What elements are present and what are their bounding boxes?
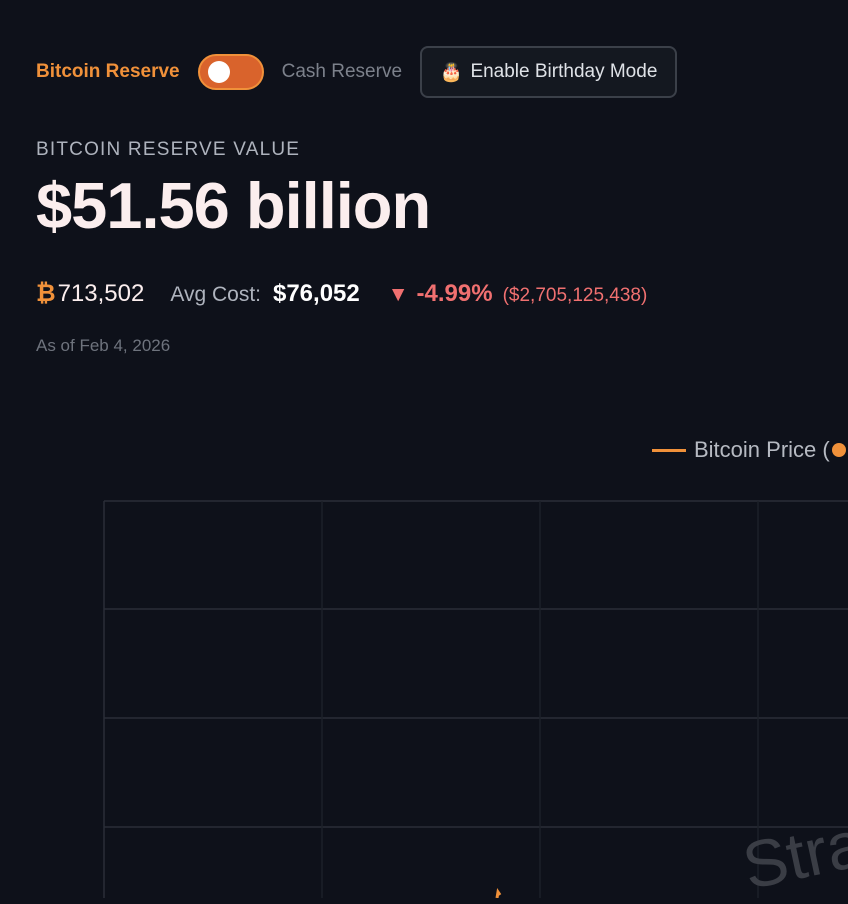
- avg-cost-value: $76,052: [272, 280, 360, 307]
- reserve-toolbar: Bitcoin Reserve Cash Reserve 🎂 Enable Bi…: [36, 46, 678, 98]
- birthday-mode-label: Enable Birthday Mode: [470, 61, 658, 82]
- legend-label: Bitcoin Price (: [694, 437, 830, 462]
- bitcoin-icon: ₿: [36, 280, 56, 307]
- chart-gridlines: [103, 500, 848, 898]
- bitcoin-price-line: [495, 888, 502, 898]
- change-amount: ($2,705,125,438): [502, 285, 648, 306]
- toggle-knob: [207, 61, 230, 83]
- reserve-value: $51.56 billion: [36, 169, 431, 242]
- as-of-date: As of Feb 4, 2026: [36, 336, 171, 355]
- triangle-down-icon: ▼: [387, 283, 409, 306]
- birthday-mode-button[interactable]: 🎂 Enable Birthday Mode: [420, 46, 678, 98]
- bitcoin-legend-icon: [831, 443, 846, 457]
- change-percent: -4.99%: [416, 280, 493, 307]
- chart-legend[interactable]: Bitcoin Price (: [652, 437, 846, 463]
- reserve-value-heading: BITCOIN RESERVE VALUE: [36, 139, 301, 160]
- reserve-stats: ₿ 713,502 Avg Cost: $76,052 ▼ -4.99% ($2…: [36, 280, 647, 308]
- legend-line-swatch: [652, 448, 686, 452]
- cake-icon: 🎂: [440, 61, 463, 82]
- bitcoin-reserve-label[interactable]: Bitcoin Reserve: [36, 61, 180, 83]
- btc-holdings: 713,502: [57, 280, 145, 307]
- avg-cost-label: Avg Cost:: [170, 283, 261, 306]
- reserve-toggle[interactable]: [197, 54, 264, 90]
- cash-reserve-label[interactable]: Cash Reserve: [282, 61, 402, 83]
- price-chart: [103, 500, 848, 898]
